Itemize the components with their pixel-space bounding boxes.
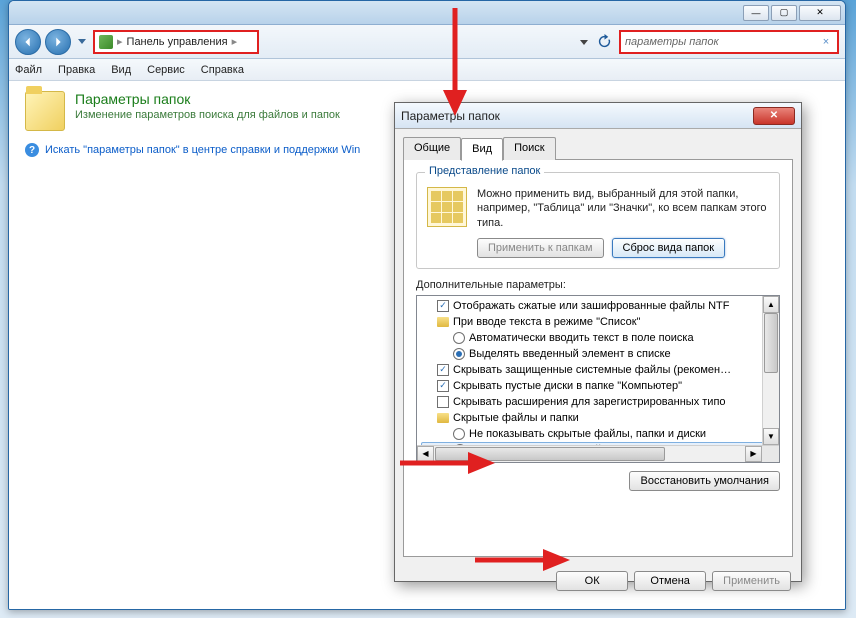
scroll-up-button[interactable]: ▲: [763, 296, 779, 313]
address-dropdown-icon[interactable]: [579, 35, 589, 49]
setting-label: Выделять введенный элемент в списке: [469, 348, 671, 360]
advanced-setting-item[interactable]: Не показывать скрытые файлы, папки и дис…: [417, 426, 779, 442]
control-panel-icon: [99, 35, 113, 49]
close-button[interactable]: ✕: [799, 5, 841, 21]
checkbox-icon[interactable]: ✓: [437, 300, 449, 312]
tab-strip: Общие Вид Поиск: [403, 137, 793, 160]
apply-to-folders-button: Применить к папкам: [477, 238, 604, 258]
checkbox-icon[interactable]: [437, 396, 449, 408]
page-subtitle: Изменение параметров поиска для файлов и…: [75, 109, 340, 121]
checkbox-icon[interactable]: ✓: [437, 364, 449, 376]
advanced-setting-item[interactable]: Выделять введенный элемент в списке: [417, 346, 779, 362]
scroll-thumb-vertical[interactable]: [764, 313, 778, 373]
page-title: Параметры папок: [75, 91, 340, 107]
setting-label: Скрытые файлы и папки: [453, 412, 579, 424]
advanced-setting-item[interactable]: Скрытые файлы и папки: [417, 410, 779, 426]
help-link-text: Искать "параметры папок" в центре справк…: [45, 144, 360, 156]
apply-button: Применить: [712, 571, 791, 591]
advanced-settings-list[interactable]: ✓ Отображать сжатые или зашифрованные фай…: [416, 295, 780, 463]
nav-forward-button[interactable]: [45, 29, 71, 55]
refresh-button[interactable]: [593, 31, 615, 53]
folder-views-icon: [427, 187, 467, 227]
search-box[interactable]: ×: [619, 30, 839, 54]
advanced-setting-item[interactable]: ✓ Скрывать защищенные системные файлы (ре…: [417, 362, 779, 378]
minimize-button[interactable]: —: [743, 5, 769, 21]
reset-folders-button[interactable]: Сброс вида папок: [612, 238, 726, 258]
address-bar[interactable]: ▸ Панель управления ▸: [93, 30, 259, 54]
folder-icon: [437, 413, 449, 423]
menu-tools[interactable]: Сервис: [147, 64, 185, 76]
setting-label: Скрывать расширения для зарегистрированн…: [453, 396, 726, 408]
advanced-settings-label: Дополнительные параметры:: [416, 279, 780, 291]
scroll-thumb-horizontal[interactable]: [435, 447, 665, 461]
menu-file[interactable]: Файл: [15, 64, 42, 76]
scroll-right-button[interactable]: ▶: [745, 446, 762, 462]
menu-edit[interactable]: Правка: [58, 64, 95, 76]
nav-history-dropdown[interactable]: [75, 29, 89, 55]
group-description: Можно применить вид, выбранный для этой …: [477, 187, 769, 230]
advanced-setting-item[interactable]: ✓ Отображать сжатые или зашифрованные фай…: [417, 298, 779, 314]
advanced-setting-item[interactable]: ✓ Скрывать пустые диски в папке "Компьюте…: [417, 378, 779, 394]
advanced-setting-item[interactable]: Автоматически вводить текст в поле поиск…: [417, 330, 779, 346]
folder-views-group: Представление папок Можно применить вид,…: [416, 172, 780, 269]
ok-button[interactable]: ОК: [556, 571, 628, 591]
advanced-setting-item[interactable]: Скрывать расширения для зарегистрированн…: [417, 394, 779, 410]
setting-label: При вводе текста в режиме "Список": [453, 316, 640, 328]
dialog-footer: ОК Отмена Применить: [395, 563, 801, 599]
setting-label: Скрывать пустые диски в папке "Компьютер…: [453, 380, 682, 392]
restore-defaults-button[interactable]: Восстановить умолчания: [629, 471, 780, 491]
checkbox-icon[interactable]: ✓: [437, 380, 449, 392]
tab-general[interactable]: Общие: [403, 137, 461, 160]
group-title: Представление папок: [425, 165, 544, 177]
tab-panel-view: Представление папок Можно применить вид,…: [403, 159, 793, 557]
advanced-setting-item[interactable]: При вводе текста в режиме "Список": [417, 314, 779, 330]
radio-icon[interactable]: [453, 332, 465, 344]
menu-bar: Файл Правка Вид Сервис Справка: [9, 59, 845, 81]
titlebar: — ▢ ✕: [9, 1, 845, 25]
cancel-button[interactable]: Отмена: [634, 571, 706, 591]
scroll-down-button[interactable]: ▼: [763, 428, 779, 445]
dialog-close-button[interactable]: ✕: [753, 107, 795, 125]
breadcrumb-root[interactable]: Панель управления: [127, 36, 228, 48]
dialog-title: Параметры папок: [401, 109, 753, 123]
menu-view[interactable]: Вид: [111, 64, 131, 76]
search-input[interactable]: [625, 36, 819, 48]
folder-icon: [437, 317, 449, 327]
navigation-bar: ▸ Панель управления ▸ ×: [9, 25, 845, 59]
vertical-scrollbar[interactable]: ▲ ▼: [762, 296, 779, 445]
folder-options-dialog: Параметры папок ✕ Общие Вид Поиск Предст…: [394, 102, 802, 582]
radio-icon[interactable]: [453, 348, 465, 360]
setting-label: Отображать сжатые или зашифрованные файл…: [453, 300, 729, 312]
folder-options-icon: [25, 91, 65, 131]
dialog-titlebar[interactable]: Параметры папок ✕: [395, 103, 801, 129]
tab-search[interactable]: Поиск: [503, 137, 555, 160]
menu-help[interactable]: Справка: [201, 64, 244, 76]
search-clear-button[interactable]: ×: [819, 35, 833, 49]
nav-back-button[interactable]: [15, 29, 41, 55]
scroll-left-button[interactable]: ◀: [417, 446, 434, 462]
breadcrumb-separator: ▸: [232, 35, 238, 48]
breadcrumb-separator: ▸: [117, 35, 123, 48]
setting-label: Автоматически вводить текст в поле поиск…: [469, 332, 694, 344]
setting-label: Скрывать защищенные системные файлы (рек…: [453, 364, 731, 376]
maximize-button[interactable]: ▢: [771, 5, 797, 21]
horizontal-scrollbar[interactable]: ◀ ▶: [417, 445, 779, 462]
setting-label: Не показывать скрытые файлы, папки и дис…: [469, 428, 706, 440]
radio-icon[interactable]: [453, 428, 465, 440]
help-icon: ?: [25, 143, 39, 157]
tab-view[interactable]: Вид: [461, 138, 503, 161]
